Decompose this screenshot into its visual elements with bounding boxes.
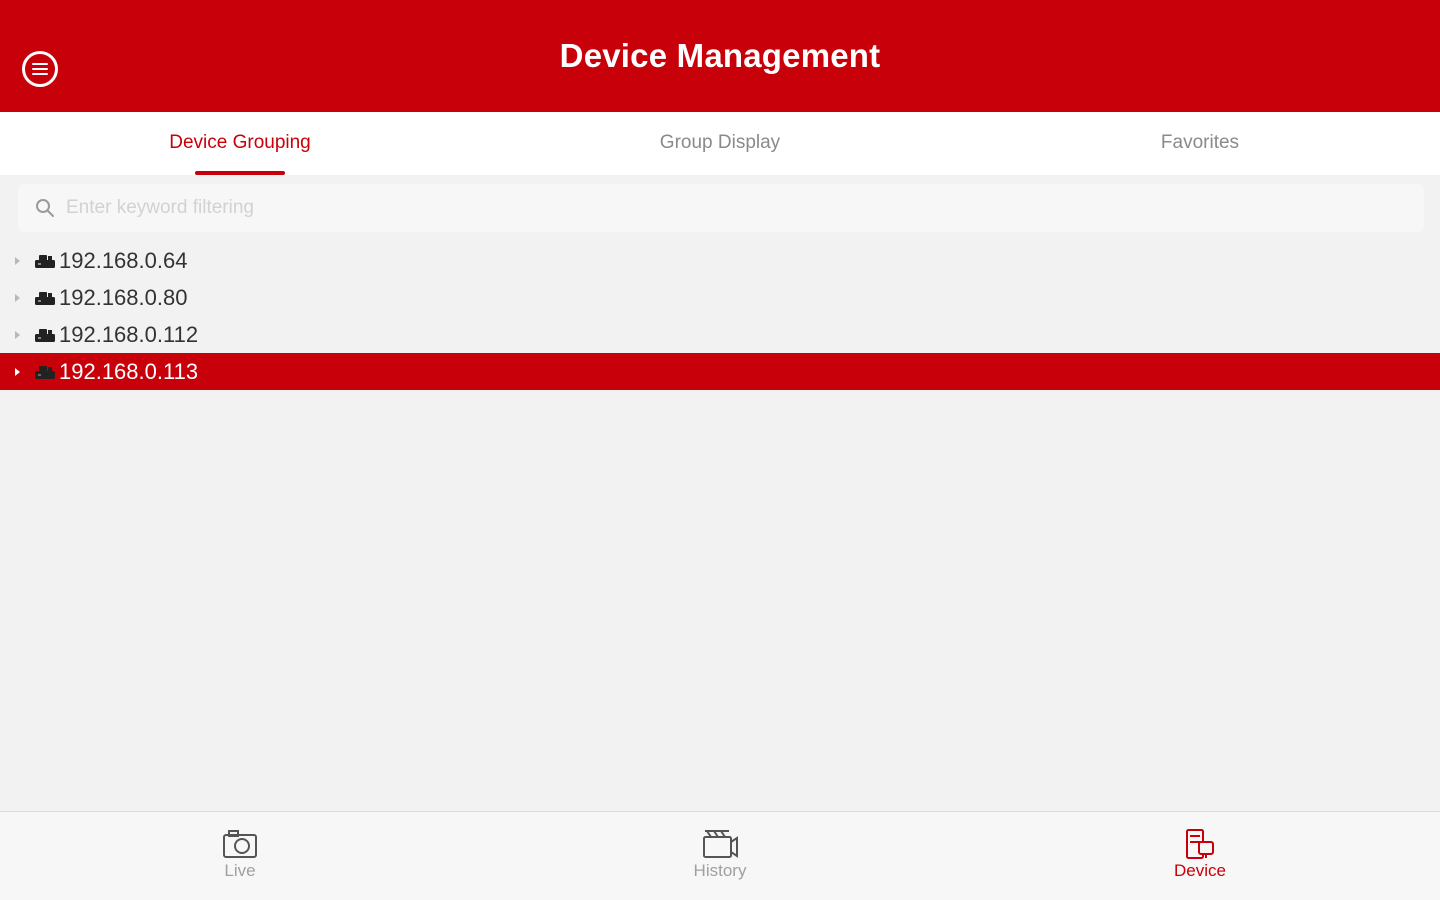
expand-arrow-icon[interactable] [15, 256, 20, 265]
tab-bar: Device Grouping Group Display Favorites [0, 112, 1440, 175]
device-row[interactable]: 192.168.0.80 [0, 279, 1440, 316]
search-input[interactable] [64, 196, 1364, 220]
expand-arrow-icon[interactable] [15, 330, 20, 339]
dvr-device-icon [35, 291, 55, 305]
page-title: Device Management [559, 37, 881, 74]
tab-favorites[interactable]: Favorites [960, 112, 1440, 175]
tab-label: Group Display [659, 131, 781, 153]
dvr-device-icon [35, 254, 55, 268]
nav-device[interactable]: Device [960, 812, 1440, 900]
device-ip-label: 192.168.0.113 [59, 358, 199, 384]
device-icon [1186, 829, 1214, 859]
video-icon [703, 830, 738, 858]
expand-arrow-icon[interactable] [15, 367, 20, 376]
device-tree: 192.168.0.64 192.168.0.80 192.168.0.112 … [0, 242, 1440, 390]
search-bar [18, 184, 1424, 232]
device-ip-label: 192.168.0.112 [59, 321, 199, 347]
device-row-selected[interactable]: 192.168.0.113 [0, 353, 1440, 390]
active-tab-indicator [195, 171, 285, 175]
device-row[interactable]: 192.168.0.64 [0, 242, 1440, 279]
expand-arrow-icon[interactable] [15, 293, 20, 302]
camera-icon [223, 830, 257, 858]
device-ip-label: 192.168.0.80 [59, 284, 188, 310]
nav-label: Live [224, 861, 256, 880]
device-ip-label: 192.168.0.64 [59, 247, 188, 273]
device-row[interactable]: 192.168.0.112 [0, 316, 1440, 353]
menu-button[interactable] [22, 51, 58, 87]
bottom-navigation: Live History Device [0, 811, 1440, 900]
menu-icon [32, 63, 48, 75]
tab-label: Favorites [1160, 131, 1240, 153]
nav-label: Device [1174, 861, 1226, 880]
app-header: Device Management [0, 0, 1440, 112]
tab-group-display[interactable]: Group Display [480, 112, 960, 175]
dvr-device-icon [35, 328, 55, 342]
nav-live[interactable]: Live [0, 812, 480, 900]
search-icon [36, 199, 54, 217]
tab-label: Device Grouping [169, 131, 311, 153]
nav-history[interactable]: History [480, 812, 960, 900]
dvr-device-icon [35, 365, 55, 379]
tab-device-grouping[interactable]: Device Grouping [0, 112, 480, 175]
nav-label: History [693, 861, 747, 880]
